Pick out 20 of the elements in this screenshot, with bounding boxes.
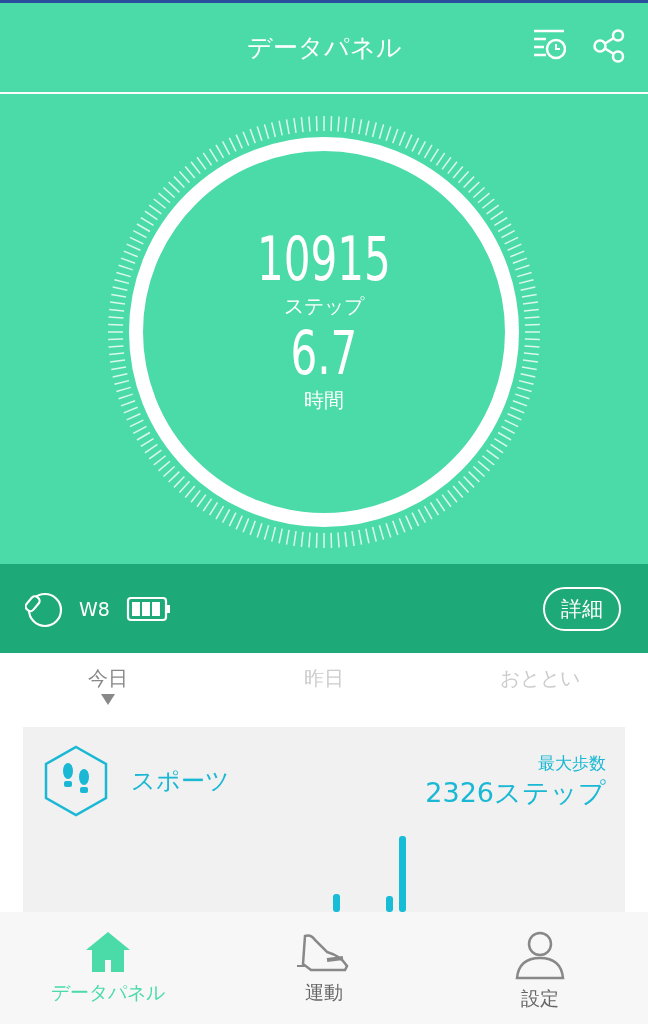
home-icon xyxy=(84,930,132,974)
hours-value: 6.7 xyxy=(290,320,358,386)
person-icon xyxy=(515,930,565,980)
footprints-icon xyxy=(43,745,109,817)
steps-value: 10915 xyxy=(257,226,391,292)
battery-icon xyxy=(125,595,172,622)
device-name: W8 xyxy=(79,597,110,620)
max-steps-label: 最大歩数 xyxy=(538,751,606,775)
details-button[interactable]: 詳細 xyxy=(543,586,621,631)
steps-unit: ステップ xyxy=(284,293,364,320)
share-icon[interactable] xyxy=(592,29,626,63)
card-title: スポーツ xyxy=(131,766,230,797)
nav-tab[interactable]: 運動 xyxy=(216,912,432,1024)
screen-title: データパネル xyxy=(246,32,402,64)
selected-indicator-icon xyxy=(101,694,115,705)
nav-tab[interactable]: データパネル xyxy=(0,912,216,1024)
hours-unit: 時間 xyxy=(304,387,344,414)
nav-tab[interactable]: 設定 xyxy=(432,912,648,1024)
history-icon[interactable] xyxy=(532,29,566,61)
max-steps-value: 2326ステップ xyxy=(425,775,606,810)
